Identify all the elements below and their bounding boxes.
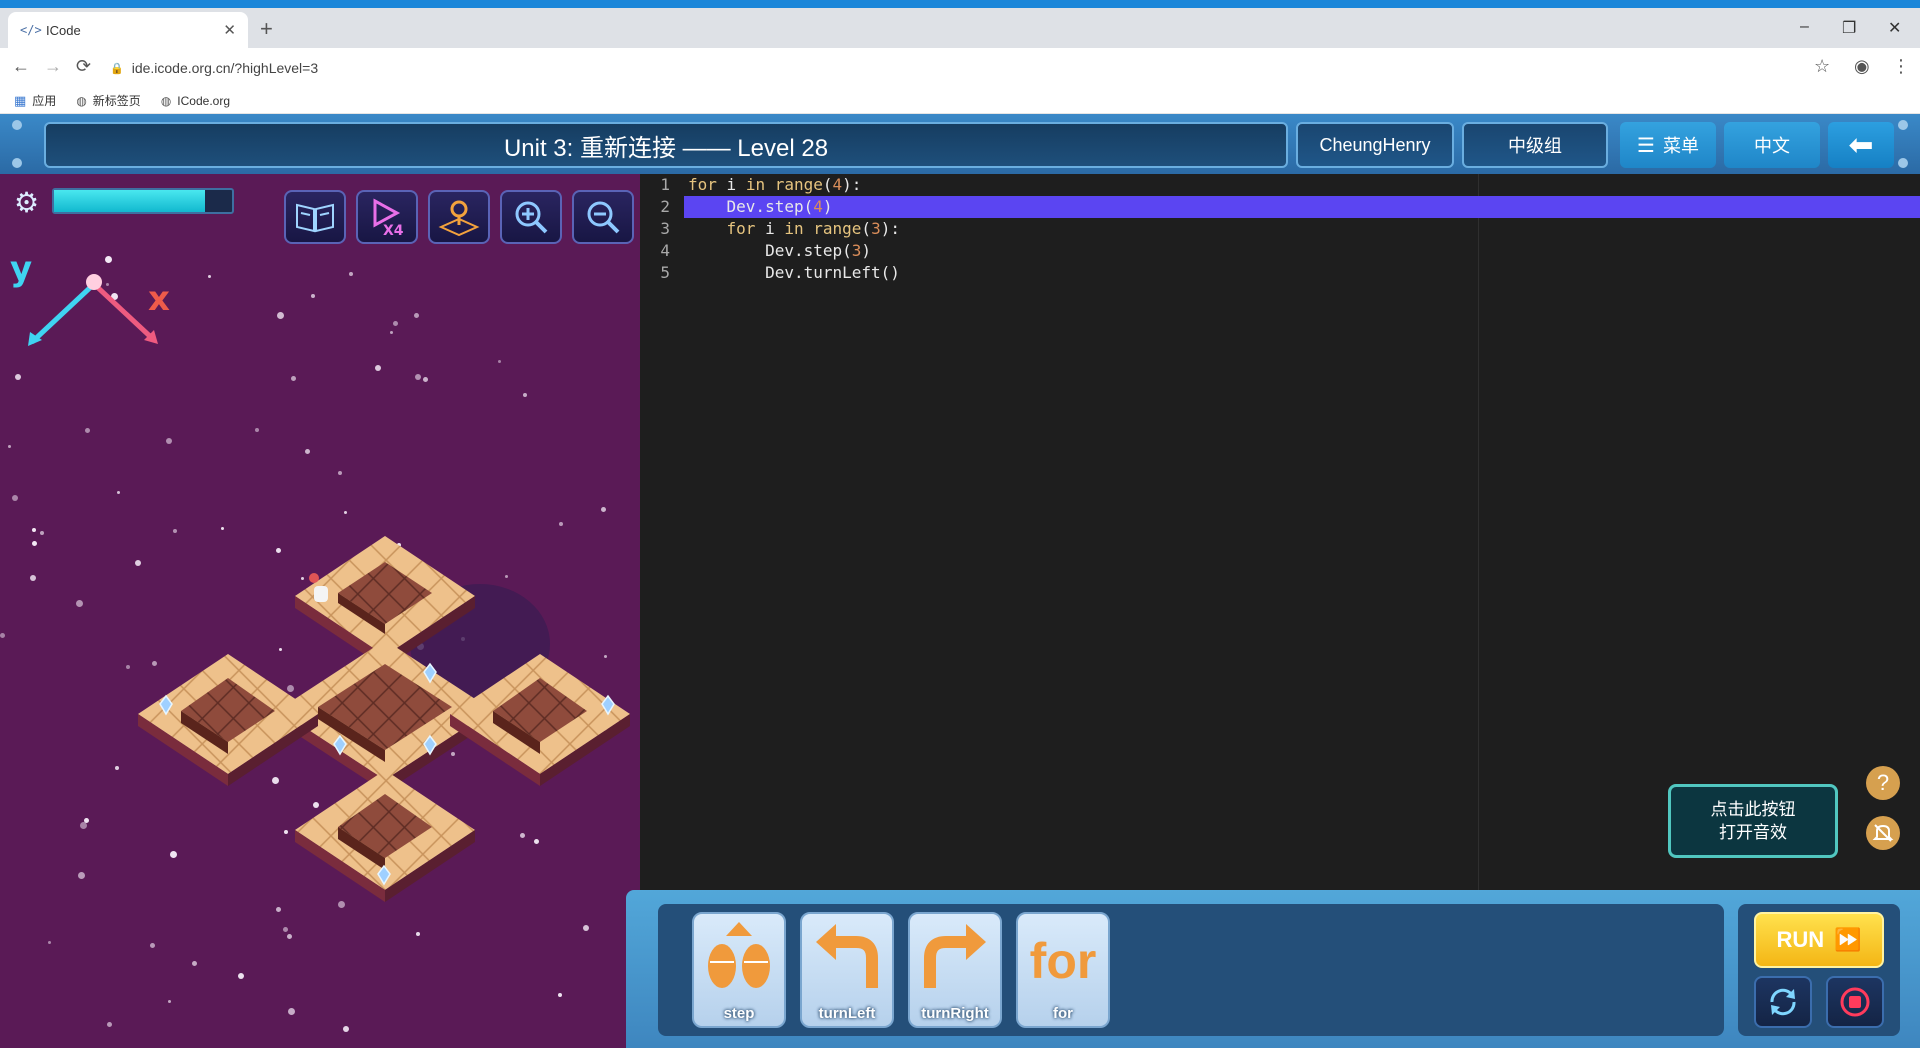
globe-icon: ◍ (76, 93, 87, 108)
block-label: for (1053, 1005, 1073, 1022)
run-label: RUN (1776, 927, 1825, 952)
code-editor[interactable]: 1 for i in range(4): 2 Dev.step(4) 3 for i … (640, 174, 1920, 890)
close-tab-icon[interactable]: ✕ (223, 21, 236, 39)
run-button[interactable]: RUN ⏩ (1754, 912, 1884, 968)
back-arrow-icon: ⬅ (1848, 128, 1874, 162)
code-line[interactable]: 4 Dev.step(3) (640, 240, 1920, 262)
reload-icon[interactable]: ⟳ (76, 56, 91, 77)
tab-title: ICode (46, 22, 81, 38)
globe-icon: ◍ (160, 93, 172, 108)
bookmark-star-icon[interactable]: ☆ (1814, 56, 1830, 77)
bookmarks-bar: ▦ 应用 ◍ 新标签页 ◍ ICode.org (0, 88, 1920, 114)
refresh-icon (1770, 988, 1796, 1016)
bookmark-label: ICode.org (177, 93, 230, 108)
code-line[interactable]: 5 Dev.turnLeft() (640, 262, 1920, 284)
lock-icon: 🔒 (110, 62, 124, 75)
turn-right-icon (924, 924, 986, 988)
bookmark-newtab[interactable]: ◍ 新标签页 (76, 92, 141, 109)
line-number: 2 (660, 197, 670, 216)
platform-left (138, 654, 318, 786)
decor-dot (12, 120, 22, 130)
code-line[interactable]: 3 for i in range(3): (640, 218, 1920, 240)
group-button[interactable]: 中级组 (1462, 122, 1608, 168)
back-arrow-icon[interactable]: ← (12, 56, 30, 77)
decor-dot (1898, 158, 1908, 168)
sound-hint-line2: 打开音效 (1719, 823, 1787, 842)
restore-button[interactable]: ❐ (1842, 18, 1856, 38)
user-button[interactable]: CheungHenry (1296, 122, 1454, 168)
stop-icon (1840, 987, 1870, 1017)
window-close-button[interactable]: ✕ (1888, 18, 1901, 38)
browser-top-strip (0, 0, 1920, 8)
block-step[interactable]: step (692, 912, 786, 1028)
block-label: step (723, 1005, 755, 1022)
block-label: turnRight (921, 1005, 989, 1022)
line-number: 4 (660, 241, 670, 260)
stop-button[interactable] (1826, 976, 1884, 1028)
account-icon[interactable]: ◉ (1854, 56, 1870, 77)
url-text: ide.icode.org.cn/?highLevel=3 (131, 60, 319, 76)
sound-muted-icon[interactable] (1866, 816, 1900, 850)
line-number: 5 (660, 263, 670, 282)
new-tab-button[interactable]: + (260, 18, 273, 40)
address-bar: ← → ⟳ 🔒 ide.icode.org.cn/?highLevel=3 ☆ … (0, 48, 1920, 88)
minimize-button[interactable]: – (1800, 18, 1809, 36)
code-text: Dev.step(3) (688, 241, 872, 260)
block-turnleft[interactable]: turnLeft (800, 912, 894, 1028)
code-text: Dev.step(4) (688, 197, 833, 216)
bookmark-label: 应用 (32, 94, 57, 108)
code-text: Dev.turnLeft() (688, 263, 900, 282)
level-title: Unit 3: 重新连接 —— Level 28 (44, 122, 1288, 168)
code-line[interactable]: 2 Dev.step(4) (640, 196, 1920, 218)
game-board (138, 536, 630, 902)
game-viewport[interactable]: ⚙ X4 y x (0, 174, 640, 1048)
browser-tab[interactable]: </> ICode ✕ (8, 12, 248, 48)
block-for[interactable]: for for (1016, 912, 1110, 1028)
line-number: 1 (660, 175, 670, 194)
for-glyph: for (1029, 933, 1097, 989)
menu-button[interactable]: ☰ 菜单 (1620, 122, 1716, 168)
url-field[interactable]: 🔒 ide.icode.org.cn/?highLevel=3 (110, 54, 1830, 82)
fast-forward-icon: ⏩ (1834, 927, 1862, 952)
code-icon: </> (20, 23, 42, 37)
tab-bar: </> ICode ✕ + – ❐ ✕ (0, 8, 1920, 48)
back-button[interactable]: ⬅ (1828, 122, 1894, 168)
help-icon[interactable]: ? (1866, 766, 1900, 800)
app-header: Unit 3: 重新连接 —— Level 28 CheungHenry 中级组… (0, 114, 1920, 174)
block-label: turnLeft (818, 1005, 876, 1022)
language-button[interactable]: 中文 (1724, 122, 1820, 168)
forward-arrow-icon[interactable]: → (44, 56, 62, 77)
bookmark-label: 新标签页 (92, 94, 141, 108)
more-menu-icon[interactable]: ⋮ (1892, 56, 1910, 77)
list-icon: ☰ (1637, 134, 1655, 157)
decor-dot (12, 158, 22, 168)
apps-grid-icon: ▦ (14, 92, 27, 108)
bookmark-apps[interactable]: ▦ 应用 (14, 92, 56, 109)
sound-hint-line1: 点击此按钮 (1710, 800, 1796, 819)
decor-dot (1898, 120, 1908, 130)
block-turnright[interactable]: turnRight (908, 912, 1002, 1028)
step-icon (708, 922, 770, 988)
reset-button[interactable] (1754, 976, 1812, 1028)
code-line[interactable]: 1 for i in range(4): (640, 174, 1920, 196)
code-text: for i in range(4): (688, 175, 862, 194)
bookmark-icode[interactable]: ◍ ICode.org (161, 94, 230, 108)
line-highlight (684, 196, 1920, 218)
line-number: 3 (660, 219, 670, 238)
turn-left-icon (816, 924, 878, 988)
sound-toggle-hint[interactable]: 点击此按钮 打开音效 (1668, 784, 1838, 858)
menu-label: 菜单 (1662, 136, 1699, 156)
code-text: for i in range(3): (726, 219, 900, 238)
